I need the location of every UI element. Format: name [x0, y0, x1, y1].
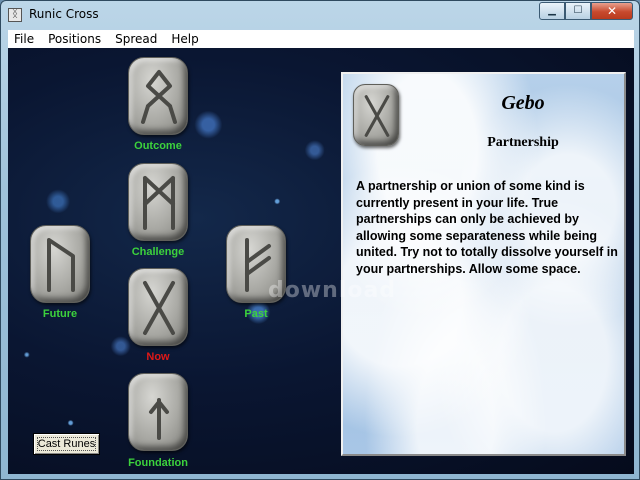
menu-bar: File Positions Spread Help [8, 30, 634, 48]
rune-description: A partnership or union of some kind is c… [356, 179, 618, 276]
rune-stone-outcome[interactable] [128, 57, 188, 135]
menu-spread[interactable]: Spread [115, 32, 157, 46]
mannaz-rune-icon [143, 176, 175, 230]
caption-buttons: ▁ ☐ ✕ [539, 2, 633, 20]
window-title: Runic Cross [29, 7, 99, 21]
label-past: Past [244, 308, 268, 320]
menu-help[interactable]: Help [171, 32, 198, 46]
maximize-icon: ☐ [573, 5, 583, 16]
label-foundation: Foundation [128, 457, 188, 469]
rune-name: Gebo [501, 92, 545, 114]
gebo-rune-icon [143, 281, 175, 335]
title-bar[interactable]: ᛝ Runic Cross ▁ ☐ ✕ [1, 1, 639, 29]
rune-stone-future[interactable] [30, 225, 90, 303]
menu-positions[interactable]: Positions [48, 32, 101, 46]
othala-rune-icon [141, 70, 177, 124]
rune-meaning: Partnership [487, 135, 559, 150]
close-icon: ✕ [606, 4, 618, 18]
label-future: Future [42, 308, 78, 320]
label-outcome: Outcome [134, 140, 182, 152]
uruz-rune-icon [47, 238, 75, 292]
reading-panel: Gebo Partnership A partnership or union … [341, 72, 626, 456]
spread-area: Outcome Challenge Future Past Now Founda… [8, 48, 634, 474]
label-now: Now [146, 351, 170, 363]
cast-runes-button[interactable]: Cast Runes [33, 433, 100, 455]
tiwaz-rune-icon [149, 398, 169, 440]
selected-rune-stone [353, 84, 399, 146]
menu-file[interactable]: File [14, 32, 34, 46]
maximize-button[interactable]: ☐ [565, 2, 591, 20]
minimize-icon: ▁ [548, 5, 556, 16]
rune-stone-foundation[interactable] [128, 373, 188, 451]
minimize-button[interactable]: ▁ [539, 2, 565, 20]
gebo-rune-icon [364, 95, 390, 137]
rune-stone-challenge[interactable] [128, 163, 188, 241]
watermark: download [268, 278, 397, 303]
app-icon[interactable]: ᛝ [8, 8, 22, 22]
close-button[interactable]: ✕ [591, 2, 633, 20]
label-challenge: Challenge [131, 246, 185, 258]
app-window: ᛝ Runic Cross ▁ ☐ ✕ File Positions Sprea… [0, 0, 640, 480]
rune-stone-now[interactable] [128, 268, 188, 346]
